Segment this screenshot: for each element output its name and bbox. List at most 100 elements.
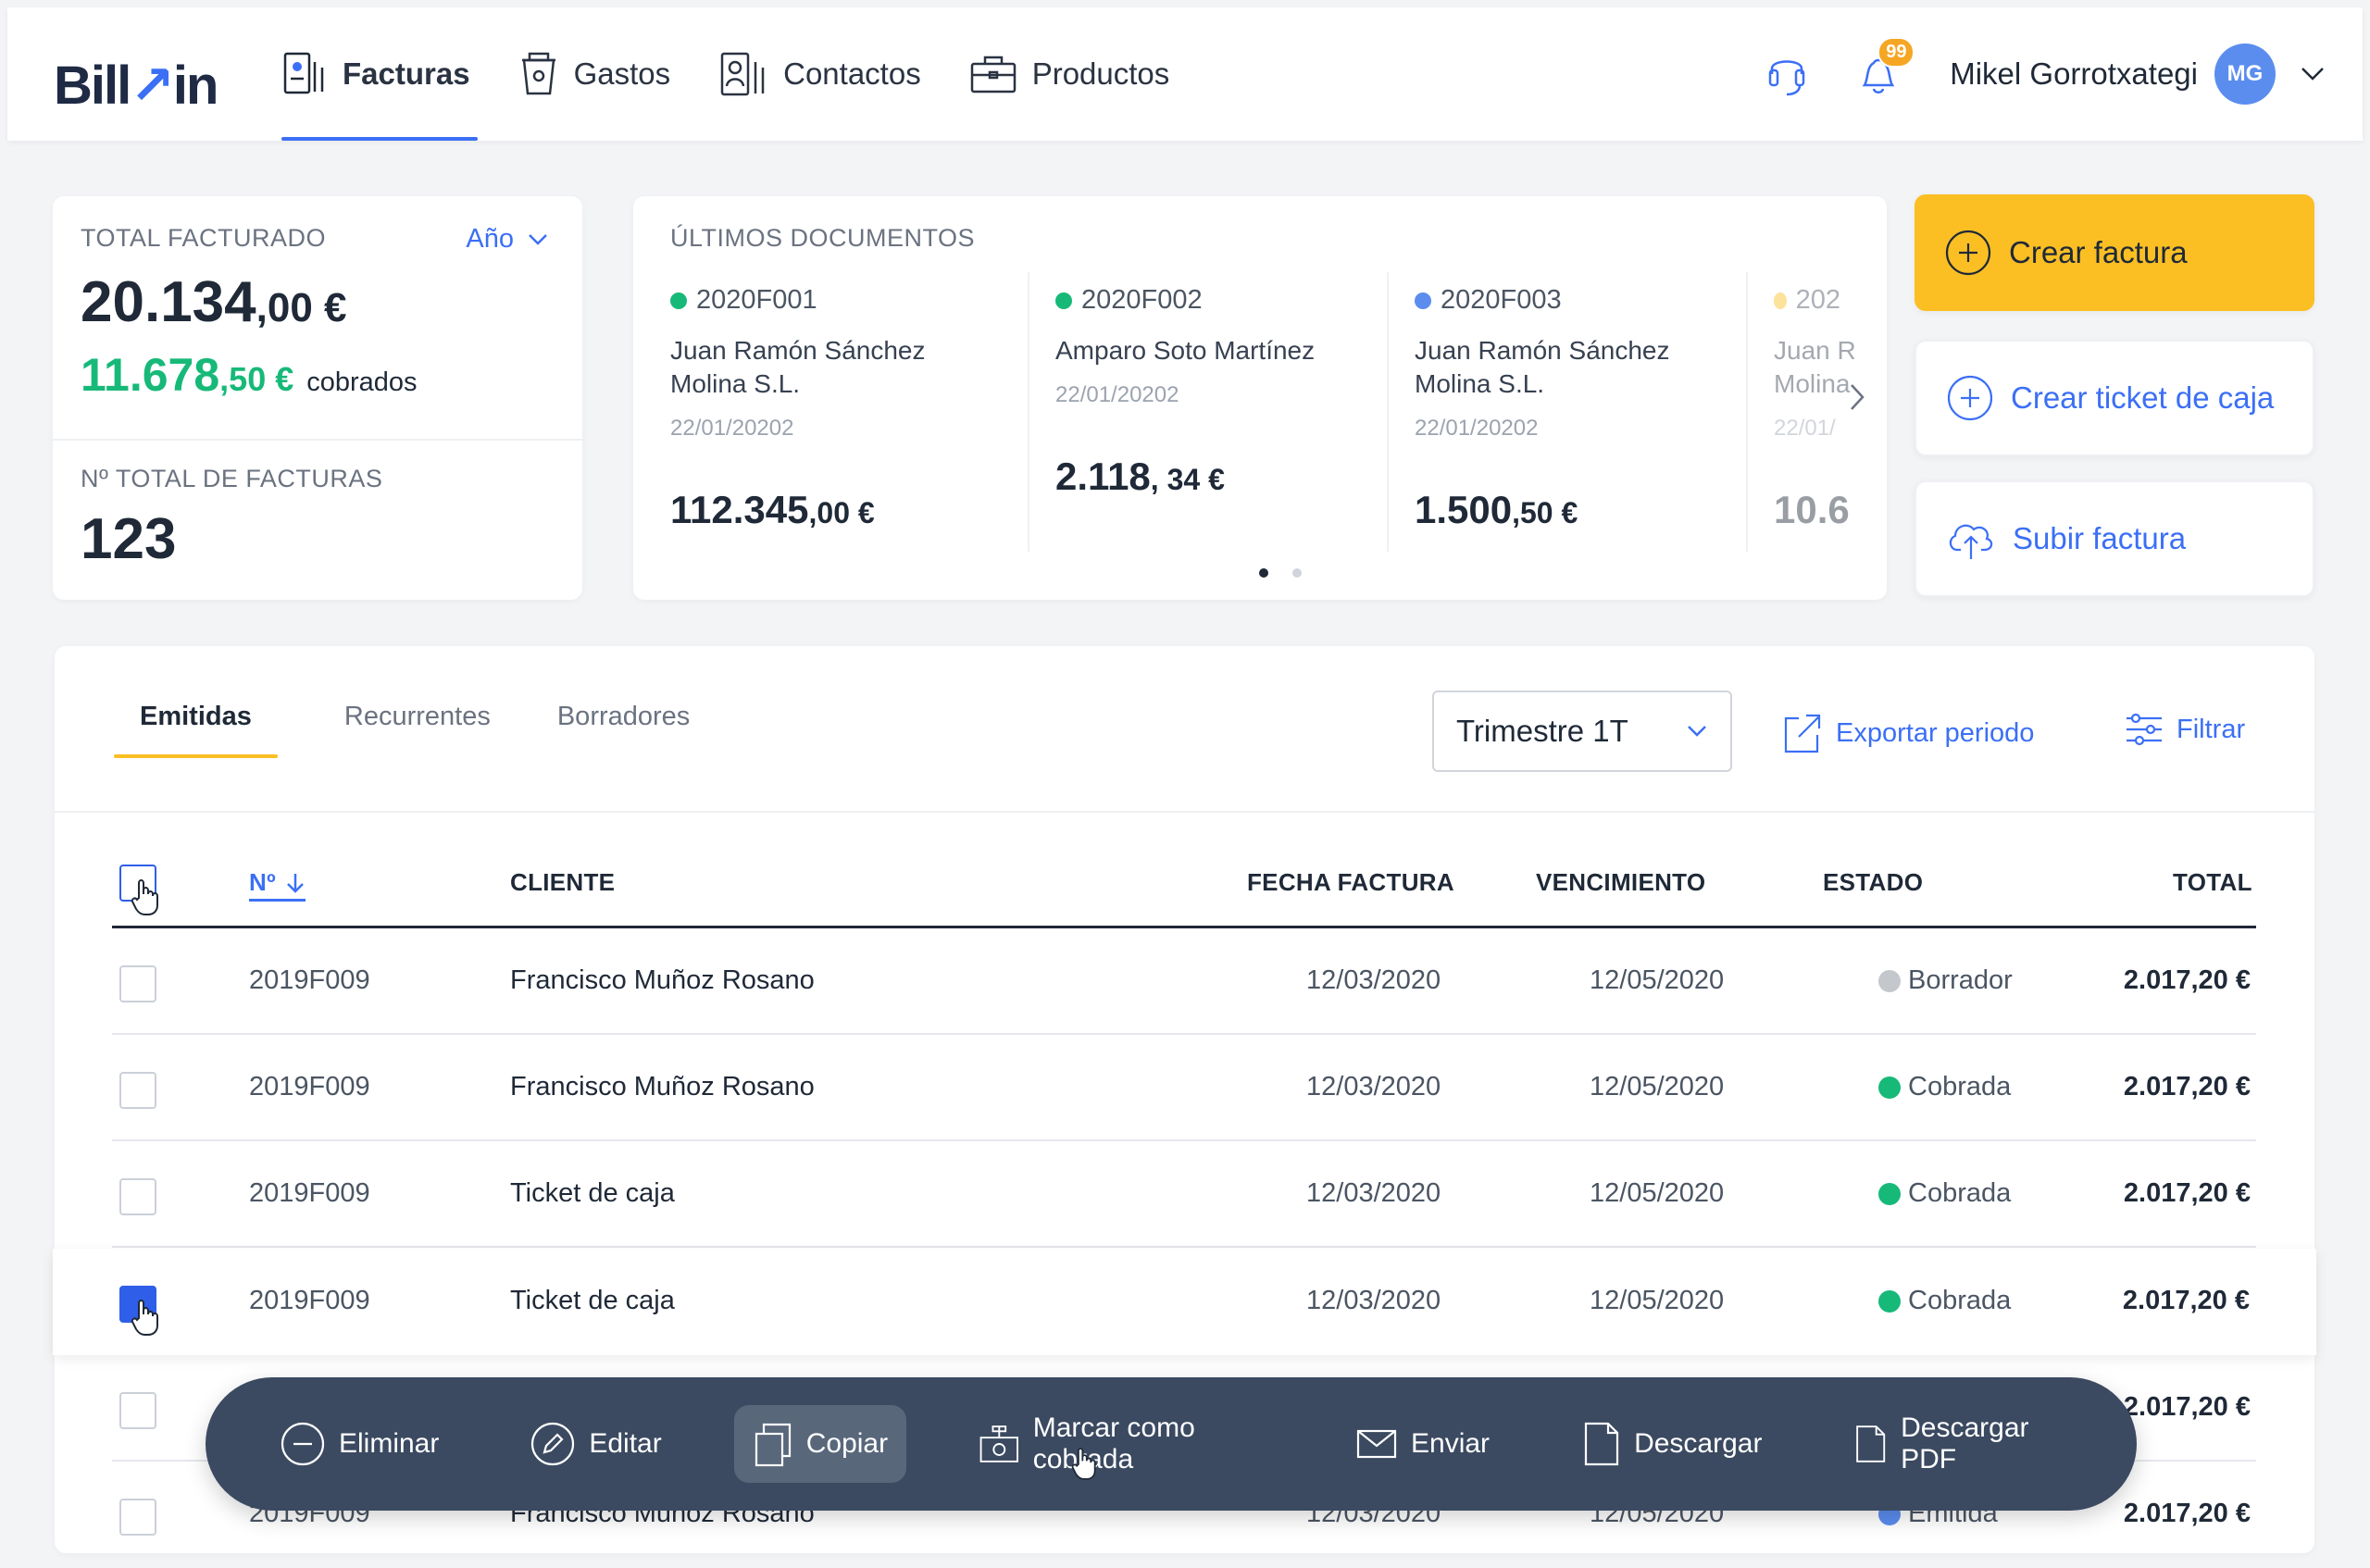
- chevron-right-icon[interactable]: [1848, 381, 1868, 413]
- row-status-label: Borrador: [1908, 965, 2013, 995]
- pager-dot[interactable]: [1292, 568, 1302, 578]
- row-status: Cobrada: [1878, 1286, 2011, 1316]
- arrow-down-icon: [286, 873, 304, 893]
- invoice-icon: [283, 52, 324, 94]
- status-dot: [1878, 1182, 1901, 1205]
- table-row-selected[interactable]: 2019F009 Ticket de caja 12/03/2020 12/05…: [53, 1249, 2316, 1355]
- recent-document-item[interactable]: 2020F003 Juan Ramón Sánchez Molina S.L. …: [1389, 272, 1748, 552]
- period-label: Año: [466, 224, 514, 254]
- recent-document-item[interactable]: 2020F001 Juan Ramón Sánchez Molina S.L. …: [670, 272, 1029, 552]
- nav-label: Gastos: [573, 56, 671, 91]
- upload-invoice-label: Subir factura: [2013, 521, 2187, 555]
- quarter-select[interactable]: Trimestre 1T: [1432, 691, 1732, 772]
- notification-badge: 99: [1877, 37, 1915, 68]
- download-pdf-button[interactable]: Descargar PDF: [1834, 1405, 2083, 1483]
- doc-client: Juan Ramón Sánchez Molina S.L.: [670, 336, 926, 398]
- doc-client: Juan Ramón Sánchez Molina S.L.: [1415, 336, 1670, 398]
- invoice-count-value: 123: [81, 507, 177, 571]
- doc-amount: 10.6: [1774, 488, 1850, 531]
- column-header-status[interactable]: ESTADO: [1823, 868, 1923, 897]
- filter-label: Filtrar: [2177, 714, 2246, 744]
- create-ticket-button[interactable]: Crear ticket de caja: [1915, 340, 2314, 456]
- filter-button[interactable]: Filtrar: [2125, 711, 2245, 748]
- nav-label: Productos: [1031, 56, 1170, 91]
- doc-amount-int: 1.500: [1415, 488, 1513, 531]
- download-button[interactable]: Descargar: [1562, 1405, 1780, 1483]
- row-client: Francisco Muñoz Rosano: [510, 1072, 815, 1101]
- column-header-total[interactable]: TOTAL: [2173, 868, 2252, 897]
- tab-borradores[interactable]: Borradores: [557, 702, 690, 758]
- cash-register-icon: [979, 1425, 1019, 1462]
- billin-logo[interactable]: Bill↗in: [54, 54, 218, 117]
- paid-dec: ,50 €: [219, 360, 294, 398]
- row-client: Ticket de caja: [510, 1178, 675, 1208]
- hand-cursor-icon: [1071, 1448, 1096, 1480]
- chevron-down-icon[interactable]: [2300, 66, 2326, 82]
- doc-amount-dec: ,00 €: [808, 496, 875, 529]
- period-selector[interactable]: Año: [466, 224, 549, 255]
- notifications-bell-icon[interactable]: 99: [1857, 37, 1915, 98]
- column-header-due[interactable]: VENCIMIENTO: [1536, 868, 1705, 897]
- status-dot: [1878, 1076, 1901, 1099]
- column-header-client[interactable]: CLIENTE: [510, 868, 615, 897]
- row-client: Ticket de caja: [510, 1286, 675, 1315]
- create-invoice-label: Crear factura: [2009, 235, 2188, 269]
- nav-item-productos[interactable]: Productos: [969, 7, 1170, 141]
- doc-amount: 112.345,00 €: [670, 488, 1000, 532]
- status-dot: [1774, 292, 1787, 309]
- create-invoice-button[interactable]: Crear factura: [1915, 194, 2314, 311]
- delete-button[interactable]: Eliminar: [261, 1405, 457, 1483]
- row-checkbox[interactable]: [119, 1072, 156, 1109]
- briefcase-icon: [970, 56, 1016, 93]
- table-divider: [55, 811, 2314, 813]
- tab-recurrentes[interactable]: Recurrentes: [344, 702, 491, 758]
- doc-number: 202: [1795, 285, 1840, 315]
- table-row[interactable]: 2019F009 Francisco Muñoz Rosano 12/03/20…: [112, 1035, 2256, 1141]
- doc-amount-int: 2.118: [1055, 454, 1151, 498]
- paid-int: 11.678: [81, 349, 220, 401]
- total-billed-amount: 20.134,00 €: [81, 269, 555, 335]
- doc-date: 22/01/20202: [670, 416, 794, 441]
- row-total: 2.017,20 €: [2123, 1499, 2251, 1528]
- row-total: 2.017,20 €: [2123, 1072, 2251, 1101]
- doc-amount-int: 112.345: [670, 488, 809, 531]
- recent-document-item[interactable]: 2020F002 Amparo Soto Martínez 22/01/2020…: [1029, 272, 1389, 552]
- status-dot: [670, 292, 687, 309]
- tab-emitidas[interactable]: Emitidas: [114, 702, 278, 758]
- export-icon: [1784, 714, 1821, 753]
- edit-button[interactable]: Editar: [511, 1405, 680, 1483]
- row-checkbox[interactable]: [119, 1178, 156, 1215]
- copy-button[interactable]: Copiar: [733, 1405, 907, 1483]
- avatar[interactable]: MG: [2214, 44, 2276, 105]
- hand-cursor-icon: [131, 1300, 158, 1336]
- nav-item-facturas[interactable]: Facturas: [281, 7, 478, 141]
- contacts-icon: [720, 52, 765, 96]
- column-header-date[interactable]: FECHA FACTURA: [1247, 868, 1454, 897]
- support-icon[interactable]: [1766, 50, 1807, 98]
- table-row[interactable]: 2019F009 Ticket de caja 12/03/2020 12/05…: [112, 1141, 2256, 1248]
- chevron-down-icon: [529, 233, 547, 245]
- column-header-number[interactable]: Nº: [249, 868, 306, 902]
- row-due: 12/05/2020: [1590, 1178, 1725, 1208]
- total-billed-int: 20.134: [81, 270, 256, 334]
- user-name[interactable]: Mikel Gorrotxategi: [1950, 56, 2198, 92]
- table-row[interactable]: 2019F009 Francisco Muñoz Rosano 12/03/20…: [112, 928, 2256, 1035]
- row-due: 12/05/2020: [1590, 1072, 1725, 1101]
- row-checkbox[interactable]: [119, 1499, 156, 1536]
- nav-item-contactos[interactable]: Contactos: [718, 7, 921, 141]
- header-right: 99 Mikel Gorrotxategi MG: [1766, 7, 2326, 141]
- mark-as-paid-button[interactable]: Marcar como cobrada: [960, 1405, 1283, 1483]
- bulk-actions-bar: Eliminar Editar Copiar Marcar como cobra…: [206, 1377, 2137, 1511]
- row-checkbox[interactable]: [119, 965, 156, 1002]
- upload-invoice-button[interactable]: Subir factura: [1915, 480, 2314, 597]
- doc-client: Amparo Soto Martínez: [1055, 336, 1316, 365]
- doc-date: 22/01/: [1774, 416, 1836, 441]
- doc-amount: 2.118, 34 €: [1055, 454, 1359, 499]
- row-checkbox[interactable]: [119, 1392, 156, 1429]
- row-due: 12/05/2020: [1590, 965, 1725, 995]
- nav-item-gastos[interactable]: Gastos: [518, 7, 671, 141]
- card-divider: [53, 439, 582, 441]
- pager-dot[interactable]: [1259, 568, 1268, 578]
- export-period-button[interactable]: Exportar periodo: [1782, 711, 2034, 755]
- send-button[interactable]: Enviar: [1337, 1405, 1508, 1483]
